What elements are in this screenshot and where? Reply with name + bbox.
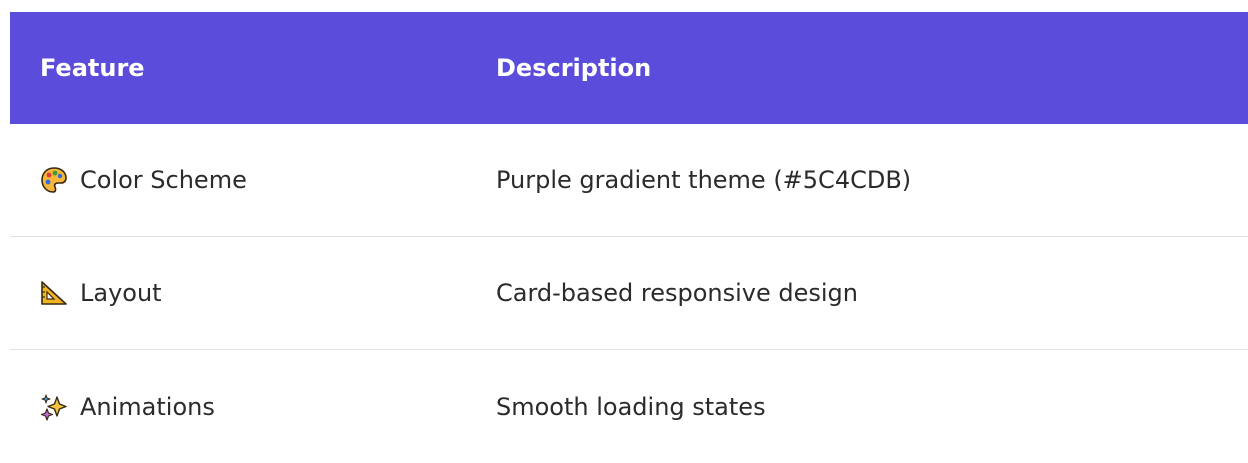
feature-label: Animations (80, 392, 215, 421)
table-row: Layout Card-based responsive design (10, 237, 1248, 350)
header-feature: Feature (40, 54, 145, 82)
table-row: Animations Smooth loading states (10, 350, 1248, 463)
feature-label: Layout (80, 279, 162, 307)
description-cell: Smooth loading states (496, 392, 766, 421)
feature-table: Feature Description Color Scheme Purple … (10, 12, 1248, 463)
sparkles-icon (40, 393, 68, 421)
table-header: Feature Description (10, 12, 1248, 124)
header-description: Description (496, 54, 652, 82)
triangle-ruler-icon (40, 279, 68, 307)
feature-cell: Color Scheme (10, 166, 496, 194)
description-cell: Purple gradient theme (#5C4CDB) (496, 166, 912, 194)
feature-cell: Animations (10, 393, 496, 421)
palette-icon (40, 166, 68, 194)
table-row: Color Scheme Purple gradient theme (#5C4… (10, 124, 1248, 237)
description-cell: Card-based responsive design (496, 279, 859, 307)
feature-cell: Layout (10, 279, 496, 307)
feature-label: Color Scheme (80, 166, 247, 194)
